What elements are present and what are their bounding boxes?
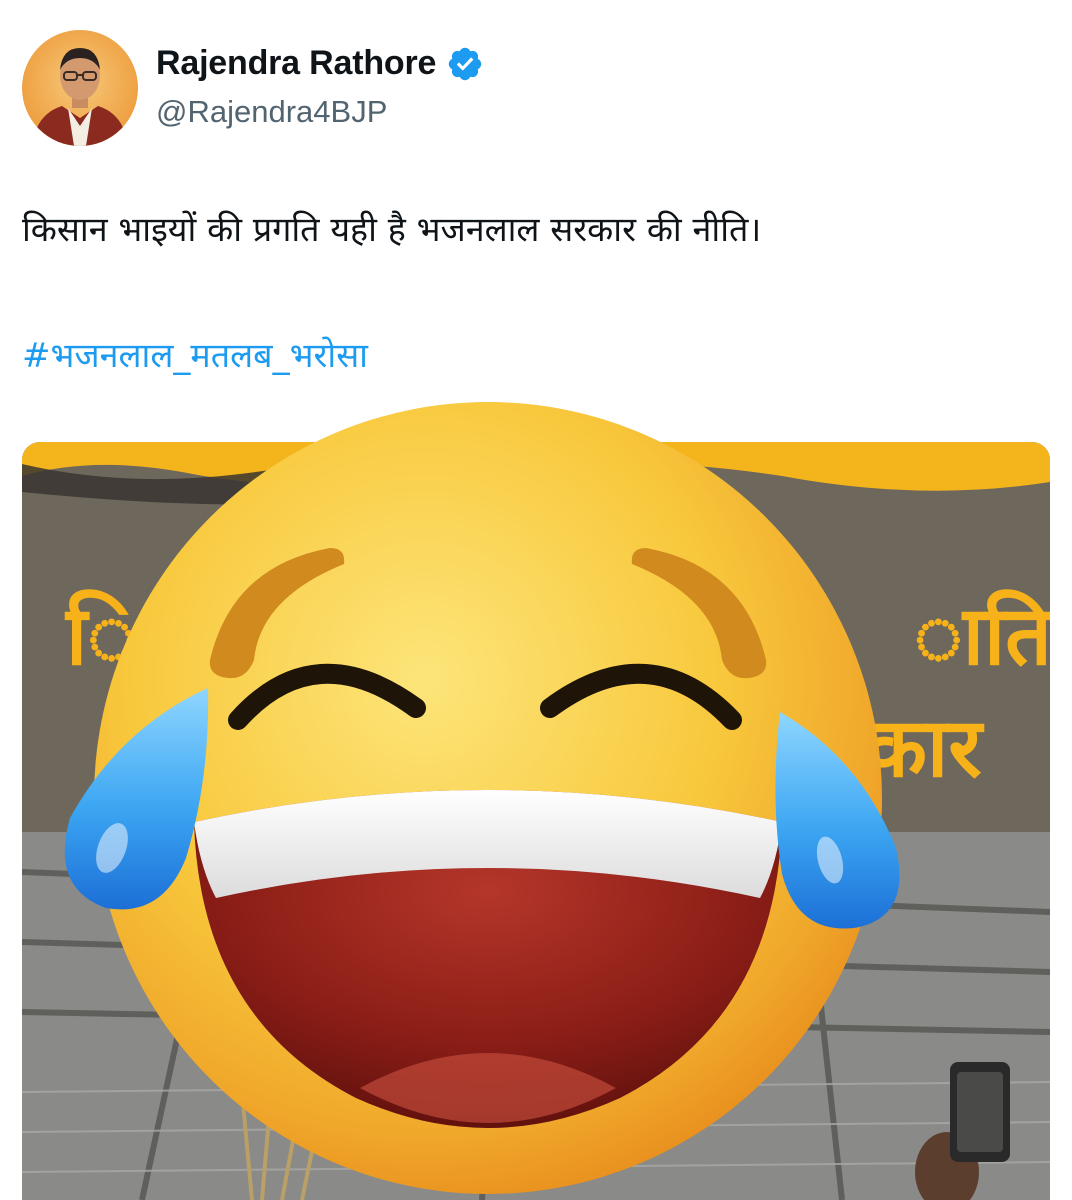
- avatar-portrait-icon: [32, 48, 128, 146]
- face-with-tears-of-joy-icon: [64, 402, 900, 1194]
- author-name-row: Rajendra Rathore: [156, 44, 484, 83]
- tweet-text: किसान भाइयों की प्रगति यही है भजनलाल सरक…: [22, 210, 762, 250]
- media-overlay-text-line1: ाति: [914, 589, 1050, 684]
- verified-badge-icon[interactable]: [446, 45, 484, 83]
- hashtag-link[interactable]: #भजनलाल_मतलब_भरोसा: [22, 334, 368, 378]
- author-handle[interactable]: @Rajendra4BJP: [156, 94, 387, 130]
- author-avatar[interactable]: [22, 30, 138, 146]
- author-display-name[interactable]: Rajendra Rathore: [156, 44, 436, 83]
